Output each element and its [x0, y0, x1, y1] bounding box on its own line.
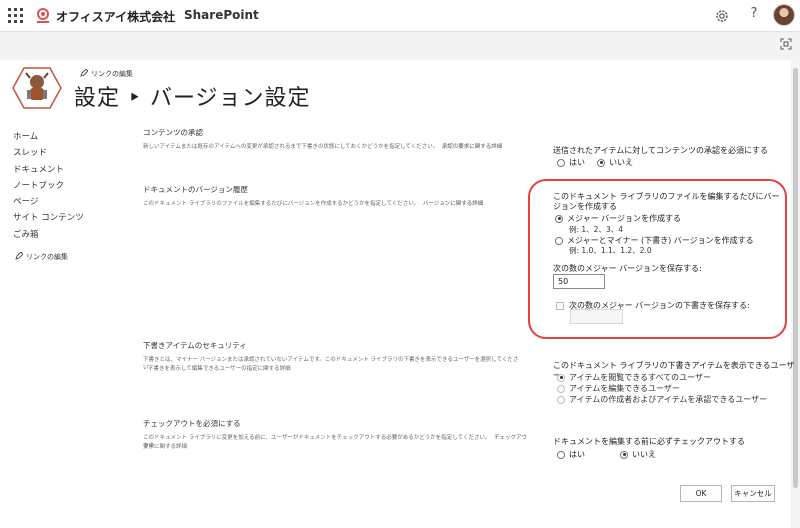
avatar[interactable]	[773, 4, 795, 26]
left-nav: ホーム スレッド ドキュメント ノートブック ページ サイト コンテンツ ごみ箱	[13, 129, 84, 243]
nav-item-documents[interactable]: ドキュメント	[13, 162, 83, 178]
page-title: 設定 ‣ バージョン設定	[74, 86, 311, 111]
versioning-section-desc: このドキュメント ライブラリのファイルを編集するたびにバージョンを作成するかどう…	[143, 200, 528, 208]
approval-question: 送信されたアイテムに対してコンテンツの承認を必須にする	[553, 146, 769, 155]
highlight-outline	[528, 179, 787, 339]
checkout-no-option[interactable]: いいえ	[620, 449, 656, 460]
checkout-help-link-2[interactable]: 要求に関する詳細	[143, 443, 187, 451]
draft-view-all-option[interactable]: アイテムを閲覧できるすべてのユーザー	[557, 372, 711, 383]
pencil-icon	[80, 69, 88, 77]
draft-security-section-title: 下書きアイテムのセキュリティ	[143, 341, 247, 350]
approval-no-option[interactable]: いいえ	[597, 157, 633, 168]
draft-security-help-link[interactable]: 下書きを表示して編集できるユーザーの指定に関する詳細	[148, 365, 528, 373]
versioning-help-link[interactable]: バージョンに関する詳細	[423, 201, 483, 207]
checkout-yes-option[interactable]: はい	[557, 449, 585, 460]
gear-icon[interactable]	[714, 8, 730, 24]
draft-edit-radio[interactable]	[557, 384, 565, 393]
nav-item-threads[interactable]: スレッド	[13, 145, 83, 161]
approval-yes-option[interactable]: はい	[557, 157, 585, 168]
draft-view-all-radio[interactable]	[557, 373, 565, 382]
approval-yes-radio[interactable]	[557, 158, 565, 167]
approval-section-desc: 新しいアイテムまたは既存のアイテムへの変更が承認されるまで下書きの状態にしておく…	[143, 143, 528, 151]
approval-section-title: コンテンツの承認	[143, 128, 203, 137]
checkout-yes-label: はい	[569, 450, 585, 459]
draft-edit-option[interactable]: アイテムを編集できるユーザー	[557, 383, 680, 394]
checkout-no-label: いいえ	[632, 450, 656, 459]
focus-mode-icon[interactable]	[780, 38, 792, 50]
edit-links-label: リンクの編集	[91, 70, 133, 78]
nav-item-notebook[interactable]: ノートブック	[13, 178, 83, 194]
approval-no-label: いいえ	[609, 158, 633, 167]
nav-item-home[interactable]: ホーム	[13, 129, 83, 145]
draft-approver-label: アイテムの作成者およびアイテムを承認できるユーザー	[569, 395, 768, 404]
checkout-yes-radio[interactable]	[557, 450, 565, 459]
approval-yes-label: はい	[569, 158, 585, 167]
checkout-no-radio[interactable]	[620, 450, 628, 459]
app-launcher-icon[interactable]	[8, 8, 24, 24]
pencil-icon	[15, 252, 23, 260]
nav-item-recycle-bin[interactable]: ごみ箱	[13, 227, 83, 243]
command-bar	[0, 32, 800, 60]
scrollbar-thumb[interactable]	[793, 68, 798, 488]
checkout-section-title: チェックアウトを必須にする	[143, 419, 241, 428]
org-name[interactable]: オフィスアイ株式会社	[56, 8, 175, 25]
site-logo-icon[interactable]	[12, 66, 62, 110]
edit-links-top[interactable]: リンクの編集	[80, 69, 133, 79]
suite-bar: オフィスアイ株式会社 SharePoint ?	[0, 0, 800, 32]
draft-view-all-label: アイテムを閲覧できるすべてのユーザー	[569, 373, 711, 382]
versioning-desc-text: このドキュメント ライブラリのファイルを編集するたびにバージョンを作成するかどう…	[143, 201, 420, 207]
edit-links-nav-label: リンクの編集	[26, 253, 68, 261]
edit-links-nav[interactable]: リンクの編集	[15, 252, 68, 262]
nav-item-pages[interactable]: ページ	[13, 194, 83, 210]
draft-approver-option[interactable]: アイテムの作成者およびアイテムを承認できるユーザー	[557, 394, 767, 405]
cancel-button[interactable]: キャンセル	[731, 485, 775, 502]
app-name[interactable]: SharePoint	[184, 8, 259, 22]
approval-no-radio[interactable]	[597, 158, 605, 167]
scrollbar[interactable]	[791, 60, 800, 528]
draft-approver-radio[interactable]	[557, 395, 565, 404]
checkout-desc-text: このドキュメント ライブラリに変更を加える前に、ユーザーがドキュメントをチェック…	[143, 435, 491, 441]
checkout-section-desc: このドキュメント ライブラリに変更を加える前に、ユーザーがドキュメントをチェック…	[143, 434, 528, 450]
nav-item-site-contents[interactable]: サイト コンテンツ	[13, 210, 84, 226]
org-logo-icon[interactable]	[34, 7, 52, 25]
approval-help-link[interactable]: 承認の要求に関する詳細	[442, 144, 503, 150]
draft-edit-label: アイテムを編集できるユーザー	[569, 384, 680, 393]
ok-button[interactable]: OK	[680, 485, 722, 502]
versioning-section-title: ドキュメントのバージョン履歴	[143, 185, 248, 194]
approval-desc-text: 新しいアイテムまたは既存のアイテムへの変更が承認されるまで下書きの状態にしておく…	[143, 144, 439, 150]
help-icon[interactable]: ?	[746, 6, 762, 21]
checkout-question: ドキュメントを編集する前に必ずチェックアウトする	[553, 437, 745, 446]
